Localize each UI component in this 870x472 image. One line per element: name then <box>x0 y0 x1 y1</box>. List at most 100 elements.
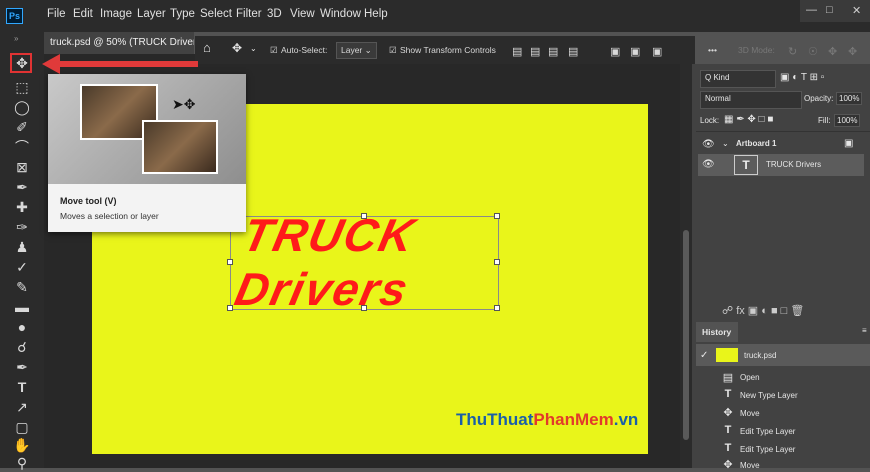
transform-bounding-box[interactable] <box>230 216 499 310</box>
type-layer-thumbnail-icon: T <box>734 155 758 175</box>
3d-slide-icon[interactable]: ✥ <box>848 45 857 58</box>
history-tab[interactable]: History <box>696 322 738 342</box>
auto-select-checkbox[interactable]: ☑ <box>270 45 278 56</box>
frame-tool-icon[interactable]: ⊠ <box>12 158 32 176</box>
artboard-lock-icon: ▣ <box>844 138 854 149</box>
history-item-label: Edit Type Layer <box>740 445 796 454</box>
eraser-tool-icon[interactable]: ✎ <box>12 278 32 296</box>
3d-pan-icon[interactable]: ✥ <box>828 45 837 58</box>
dodge-tool-icon[interactable]: ☌ <box>12 338 32 356</box>
tooltip-description: Moves a selection or layer <box>60 211 159 221</box>
transform-handle[interactable] <box>494 259 500 265</box>
move-tool-icon[interactable]: ✥ <box>12 54 32 72</box>
move-cursor-icon: ➤✥ <box>172 96 196 112</box>
transform-handle[interactable] <box>494 213 500 219</box>
visibility-eye-icon[interactable]: 👁 <box>702 159 715 170</box>
transform-handle[interactable] <box>227 305 233 311</box>
transform-handle[interactable] <box>361 213 367 219</box>
rectangle-tool-icon[interactable]: ▢ <box>12 418 32 436</box>
fill-label: Fill: <box>818 116 831 125</box>
snapshot-name: truck.psd <box>744 351 777 360</box>
menu-image[interactable]: Image <box>100 8 132 20</box>
document-tab[interactable]: truck.psd @ 50% (TRUCK Drivers, <box>44 32 194 54</box>
home-icon[interactable]: ⌂ <box>203 40 211 55</box>
healing-brush-tool-icon[interactable]: ✚ <box>12 198 32 216</box>
filter-icons[interactable]: ▣ ◐ T ⊞ ▫ <box>780 72 824 83</box>
type-icon: T <box>724 424 732 436</box>
align-bottom-icon[interactable]: ▣ <box>652 45 662 58</box>
layer-panel-actions[interactable]: ☍ fx ▣ ◐ ■ □ 🗑 <box>722 304 804 317</box>
move-tool-preset-icon[interactable]: ✥ <box>232 41 242 55</box>
3d-orbit-icon[interactable]: ↻ <box>788 45 797 58</box>
show-transform-checkbox[interactable]: ☑ <box>389 45 397 56</box>
lock-label: Lock: <box>700 116 720 125</box>
fill-field[interactable]: 100% <box>834 114 861 127</box>
document-icon: ▤ <box>722 372 734 384</box>
3d-mode-label: 3D Mode: <box>738 45 775 55</box>
type-tool-icon[interactable]: T <box>12 378 32 396</box>
menu-filter[interactable]: Filter <box>236 8 262 20</box>
blur-tool-icon[interactable]: ● <box>12 318 32 336</box>
marquee-tool-icon[interactable]: ⬚ <box>12 78 32 96</box>
chevron-down-icon[interactable]: ⌄ <box>250 44 257 53</box>
lock-icons[interactable]: ▦ ✒ ✥ □ ■ <box>724 114 773 125</box>
distribute-icon[interactable]: ▤ <box>568 45 578 58</box>
menu-window[interactable]: Window <box>320 8 361 20</box>
menu-edit[interactable]: Edit <box>73 8 93 20</box>
history-brush-tool-icon[interactable]: ✓ <box>12 258 32 276</box>
menu-help[interactable]: Help <box>364 8 388 20</box>
eyedropper-tool-icon[interactable]: ✒ <box>12 178 32 196</box>
lasso-tool-icon[interactable]: ◯ <box>12 98 32 116</box>
transform-handle[interactable] <box>227 259 233 265</box>
align-left-icon[interactable]: ▤ <box>512 45 522 58</box>
chevron-down-icon[interactable]: ⌄ <box>722 139 729 148</box>
tooltip-title: Move tool (V) <box>60 196 117 206</box>
watermark-part: ThuThuat <box>456 410 534 429</box>
history-brush-source-icon[interactable]: ✓ <box>700 350 708 361</box>
auto-select-dropdown[interactable]: Layer ⌄ <box>336 42 377 59</box>
menu-view[interactable]: View <box>290 8 315 20</box>
align-center-icon[interactable]: ▤ <box>530 45 540 58</box>
gradient-tool-icon[interactable]: ▬ <box>12 298 32 316</box>
hand-tool-icon[interactable]: ✋ <box>12 436 32 454</box>
collapse-icon[interactable]: » <box>14 34 18 43</box>
annotation-arrow <box>58 61 198 67</box>
watermark: ThuThuatPhanMem.vn <box>456 410 638 430</box>
opacity-label: Opacity: <box>804 94 834 103</box>
zoom-tool-icon[interactable]: ⚲ <box>12 454 32 472</box>
history-item-label: Edit Type Layer <box>740 427 796 436</box>
align-right-icon[interactable]: ▤ <box>548 45 558 58</box>
align-top-icon[interactable]: ▣ <box>610 45 620 58</box>
maximize-icon[interactable]: □ <box>826 4 833 16</box>
auto-select-label: Auto-Select: <box>281 45 328 55</box>
layer-name[interactable]: TRUCK Drivers <box>766 160 821 169</box>
divider <box>696 131 870 132</box>
history-item-label: New Type Layer <box>740 391 798 400</box>
history-item-label: Move <box>740 409 760 418</box>
brush-tool-icon[interactable]: ✑ <box>12 218 32 236</box>
stamp-tool-icon[interactable]: ♟ <box>12 238 32 256</box>
menu-select[interactable]: Select <box>200 8 232 20</box>
3d-roll-icon[interactable]: ☉ <box>808 45 818 58</box>
scrollbar-thumb[interactable] <box>683 230 689 440</box>
crop-tool-icon[interactable]: ⌒ <box>12 138 32 156</box>
close-icon[interactable]: ✕ <box>852 4 861 17</box>
menu-3d[interactable]: 3D <box>267 8 282 20</box>
align-middle-icon[interactable]: ▣ <box>630 45 640 58</box>
opacity-field[interactable]: 100% <box>836 92 863 105</box>
path-select-tool-icon[interactable]: ↗ <box>12 398 32 416</box>
minimize-icon[interactable]: — <box>806 4 817 16</box>
watermark-part: .vn <box>613 410 639 429</box>
transform-handle[interactable] <box>361 305 367 311</box>
menu-type[interactable]: Type <box>170 8 195 20</box>
more-options-button[interactable]: ••• <box>708 45 717 55</box>
transform-handle[interactable] <box>494 305 500 311</box>
quick-select-tool-icon[interactable]: ✐ <box>12 118 32 136</box>
panel-menu-icon[interactable]: ≡ <box>862 326 867 335</box>
visibility-eye-icon[interactable]: 👁 <box>702 139 715 150</box>
pen-tool-icon[interactable]: ✒ <box>12 358 32 376</box>
photoshop-logo: Ps <box>6 8 23 24</box>
menu-file[interactable]: File <box>47 8 66 20</box>
artboard-name[interactable]: Artboard 1 <box>736 139 776 148</box>
menu-layer[interactable]: Layer <box>137 8 166 20</box>
